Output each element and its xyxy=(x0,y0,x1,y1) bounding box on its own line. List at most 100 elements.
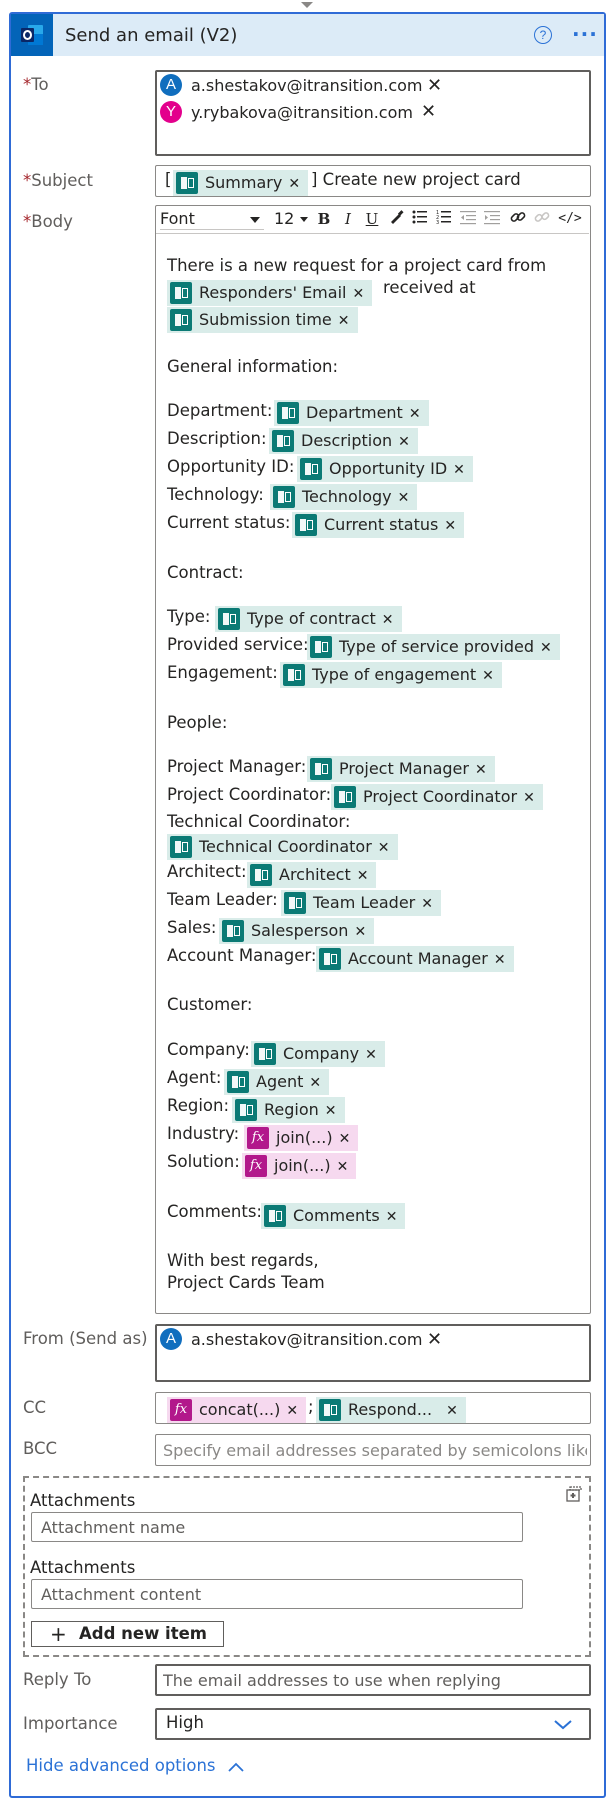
bcc-label: BCC xyxy=(23,1439,58,1458)
field-label: Current status: xyxy=(167,513,291,532)
add-new-item-button[interactable]: + Add new item xyxy=(31,1621,224,1647)
link-icon[interactable] xyxy=(508,209,528,229)
font-select[interactable]: Font xyxy=(160,209,264,230)
dynamic-token[interactable]: Current status ✕ xyxy=(292,512,465,538)
remove-token-icon[interactable]: ✕ xyxy=(475,761,487,777)
remove-sender-icon[interactable]: ✕ xyxy=(427,1330,442,1348)
remove-token-icon[interactable]: ✕ xyxy=(494,951,506,967)
remove-token-icon[interactable]: ✕ xyxy=(288,175,300,191)
dynamic-token[interactable]: Technology ✕ xyxy=(270,484,418,510)
collapse-chevron-icon[interactable] xyxy=(301,2,313,8)
decrease-indent-icon[interactable] xyxy=(458,209,478,229)
highlight-icon[interactable] xyxy=(386,209,406,229)
body-label: *Body xyxy=(23,212,73,231)
dynamic-token[interactable]: Salesperson ✕ xyxy=(219,918,375,944)
remove-token-icon[interactable]: ✕ xyxy=(339,1130,351,1146)
token-label: Description xyxy=(301,431,393,450)
expression-token[interactable]: fx join(...) ✕ xyxy=(242,1153,357,1179)
remove-token-icon[interactable]: ✕ xyxy=(540,639,552,655)
underline-button[interactable]: U xyxy=(362,209,382,229)
remove-token-icon[interactable]: ✕ xyxy=(446,1402,458,1418)
forms-icon xyxy=(272,430,294,452)
chevron-down-icon[interactable] xyxy=(553,1716,573,1735)
remove-token-icon[interactable]: ✕ xyxy=(444,517,456,533)
hide-advanced-options-link[interactable]: Hide advanced options xyxy=(26,1756,245,1775)
action-header[interactable]: Send an email (V2) ? ··· xyxy=(11,14,604,56)
dynamic-token[interactable]: Summary ✕ xyxy=(173,170,309,196)
forms-icon xyxy=(264,1205,286,1227)
remove-token-icon[interactable]: ✕ xyxy=(286,1402,298,1418)
bold-button[interactable]: B xyxy=(314,209,334,229)
dynamic-token[interactable]: Region ✕ xyxy=(232,1097,345,1123)
font-size-select[interactable]: 12 xyxy=(274,209,308,229)
bulleted-list-icon[interactable] xyxy=(410,209,430,229)
remove-token-icon[interactable]: ✕ xyxy=(325,1102,337,1118)
token-label: join(...) xyxy=(276,1128,333,1147)
unlink-icon[interactable] xyxy=(532,209,552,229)
italic-button[interactable]: I xyxy=(338,209,358,229)
caret-down-icon xyxy=(250,217,260,223)
dynamic-token[interactable]: Comments ✕ xyxy=(261,1203,406,1229)
font-value: Font xyxy=(160,209,195,228)
token-label: Summary xyxy=(205,173,283,192)
dynamic-token[interactable]: Type of service provided ✕ xyxy=(307,634,560,660)
field-label: Technology: xyxy=(167,485,264,504)
remove-token-icon[interactable]: ✕ xyxy=(482,667,494,683)
remove-token-icon[interactable]: ✕ xyxy=(365,1046,377,1062)
dynamic-token[interactable]: Type of contract ✕ xyxy=(215,606,402,632)
remove-token-icon[interactable]: ✕ xyxy=(409,405,421,421)
expression-token[interactable]: fx join(...) ✕ xyxy=(244,1125,359,1151)
importance-dropdown[interactable] xyxy=(155,1708,591,1740)
token-label: Technical Coordinator xyxy=(199,837,372,856)
dynamic-token[interactable]: Project Coordinator ✕ xyxy=(331,784,543,810)
dynamic-token[interactable]: Architect ✕ xyxy=(247,862,377,888)
remove-token-icon[interactable]: ✕ xyxy=(378,839,390,855)
dynamic-token[interactable]: Respond... ✕ xyxy=(316,1397,466,1423)
remove-token-icon[interactable]: ✕ xyxy=(421,895,433,911)
dynamic-token[interactable]: Department ✕ xyxy=(274,400,429,426)
dynamic-token[interactable]: Agent ✕ xyxy=(224,1069,330,1095)
action-title: Send an email (V2) xyxy=(65,25,238,46)
dynamic-token[interactable]: Description ✕ xyxy=(269,428,418,454)
forms-icon xyxy=(310,636,332,658)
code-view-button[interactable]: </> xyxy=(556,209,584,229)
remove-token-icon[interactable]: ✕ xyxy=(382,611,394,627)
dynamic-token[interactable]: Technical Coordinator ✕ xyxy=(167,834,398,860)
field-label: Project Coordinator: xyxy=(167,785,332,804)
dynamic-token[interactable]: Account Manager ✕ xyxy=(316,946,514,972)
attachments-name-label: Attachments xyxy=(30,1491,136,1510)
help-icon[interactable]: ? xyxy=(534,26,552,44)
remove-token-icon[interactable]: ✕ xyxy=(453,461,465,477)
remove-token-icon[interactable]: ✕ xyxy=(337,1158,349,1174)
field-label: Team Leader: xyxy=(167,890,278,909)
remove-token-icon[interactable]: ✕ xyxy=(523,789,535,805)
remove-token-icon[interactable]: ✕ xyxy=(398,433,410,449)
remove-token-icon[interactable]: ✕ xyxy=(309,1074,321,1090)
remove-recipient-icon[interactable]: ✕ xyxy=(421,102,436,120)
field-label: Company: xyxy=(167,1040,250,1059)
expression-token[interactable]: fx concat(...) ✕ xyxy=(167,1397,307,1423)
remove-token-icon[interactable]: ✕ xyxy=(352,285,364,301)
token-label: Respond... xyxy=(348,1400,433,1419)
dynamic-token[interactable]: Responders' Email ✕ xyxy=(167,280,373,306)
numbered-list-icon[interactable]: 123 xyxy=(434,209,454,229)
remove-token-icon[interactable]: ✕ xyxy=(357,867,369,883)
dynamic-token[interactable]: Submission time ✕ xyxy=(167,307,358,333)
increase-indent-icon[interactable] xyxy=(482,209,502,229)
remove-token-icon[interactable]: ✕ xyxy=(386,1208,398,1224)
remove-token-icon[interactable]: ✕ xyxy=(338,312,350,328)
field-label: Engagement: xyxy=(167,663,278,682)
dynamic-token[interactable]: Project Manager ✕ xyxy=(307,756,495,782)
token-label: Agent xyxy=(256,1072,304,1091)
remove-token-icon[interactable]: ✕ xyxy=(398,489,410,505)
dynamic-token[interactable]: Type of engagement ✕ xyxy=(280,662,502,688)
dynamic-token[interactable]: Team Leader ✕ xyxy=(281,890,441,916)
remove-token-icon[interactable]: ✕ xyxy=(354,923,366,939)
more-options-icon[interactable]: ··· xyxy=(572,22,598,46)
dynamic-token[interactable]: Opportunity ID ✕ xyxy=(297,456,473,482)
forms-icon xyxy=(170,282,192,304)
remove-recipient-icon[interactable]: ✕ xyxy=(427,76,442,94)
dynamic-token[interactable]: Company ✕ xyxy=(251,1041,385,1067)
switch-to-array-icon[interactable] xyxy=(565,1485,583,1507)
sender-avatar: A xyxy=(160,1328,182,1350)
